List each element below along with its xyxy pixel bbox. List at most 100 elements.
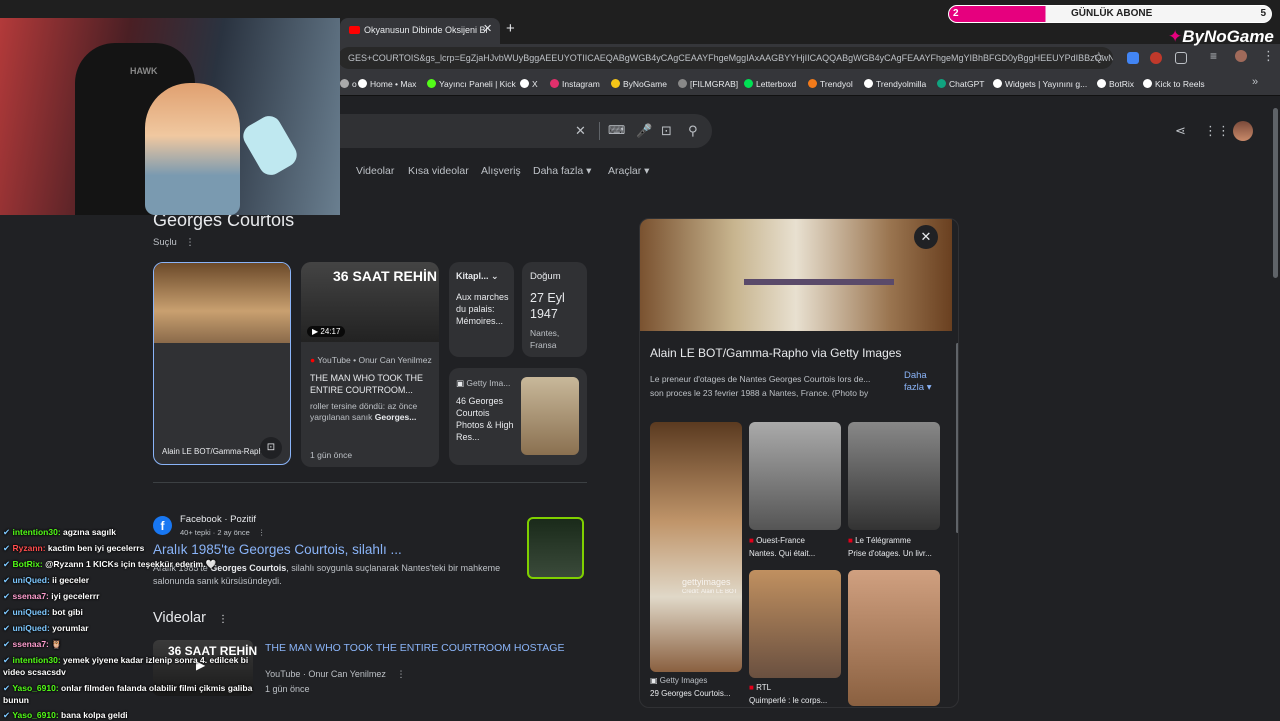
video-card[interactable]: 36 SAAT REHİN ▶ 24:17 ● YouTube • Onur C… (301, 262, 439, 467)
new-tab-icon[interactable]: + (506, 20, 515, 37)
chat-text: bot gibi (49, 607, 83, 617)
bookmark-icon (937, 79, 946, 88)
bookmark-label: o (352, 79, 357, 89)
media-icon[interactable]: ≡ (1210, 49, 1217, 63)
video-snippet: roller tersine döndü: az önce yargılanan… (310, 401, 418, 422)
image-viewer-panel: ✕ Alain LE BOT/Gamma-Rapho via Getty Ima… (639, 218, 959, 708)
subscriber-goal-bar: 2 GÜNLÜK ABONE 5 (948, 5, 1272, 23)
image-card[interactable]: Alain LE BOT/Gamma-Rapho ... ⊡ (153, 262, 291, 465)
image-search-icon[interactable]: ⊡ (260, 437, 282, 459)
video-result-link[interactable]: THE MAN WHO TOOK THE ENTIRE COURTROOM HO… (265, 642, 564, 654)
chat-message: ✔ Ryzann: kactim ben iyi gecelerrs (3, 543, 144, 554)
chat-username: Ryzann: (12, 543, 46, 553)
more-options-icon[interactable]: ⋮ (396, 669, 405, 679)
clear-icon[interactable]: ✕ (575, 123, 586, 139)
star-icon[interactable]: ☆ (1093, 49, 1105, 65)
chat-text: kactim ben iyi gecelerrs (45, 543, 145, 553)
bookmark-item[interactable]: Trendyolmilla (864, 79, 926, 89)
nav-more[interactable]: Daha fazla ▾ (533, 165, 591, 177)
flame-icon: ✦ (1168, 27, 1183, 46)
nav-tools[interactable]: Araçlar ▾ (608, 165, 649, 177)
related-image-3[interactable] (848, 422, 940, 530)
panel-scrollbar[interactable] (956, 343, 958, 533)
bookmark-item[interactable]: Widgets | Yayınını g... (993, 79, 1087, 89)
profile-avatar[interactable] (1235, 50, 1247, 62)
nav-shopping[interactable]: Alışveriş (481, 165, 521, 177)
bookmark-label: ChatGPT (949, 79, 985, 89)
bookmark-item[interactable]: Kick to Reels (1143, 79, 1205, 89)
bookmark-item[interactable]: Trendyol (808, 79, 853, 89)
chat-text: agzına sagılk (60, 527, 116, 537)
bookmark-item[interactable]: X (520, 79, 538, 89)
more-options-icon[interactable]: ⋮ (185, 237, 195, 248)
lens-icon[interactable]: ⊡ (661, 123, 672, 139)
search-icon[interactable]: ⚲ (688, 123, 698, 139)
bookmark-item[interactable]: ByNoGame (611, 79, 667, 89)
bookmark-icon (993, 79, 1002, 88)
chat-username: intention30: (12, 527, 61, 537)
account-avatar[interactable] (1233, 121, 1253, 141)
bookmark-item[interactable]: Instagram (550, 79, 600, 89)
thumb-title-1[interactable]: 29 Georges Courtois... (650, 689, 730, 698)
nav-short-videos[interactable]: Kısa videolar (408, 165, 469, 177)
badge-icon: ✔ (3, 710, 13, 720)
menu-dots-icon[interactable]: ⋮ (1262, 48, 1275, 64)
related-image-1[interactable] (650, 422, 742, 672)
share-icon[interactable]: ⋖ (1175, 123, 1186, 139)
tab-close-icon[interactable]: ✕ (483, 22, 492, 35)
bookmark-icon (340, 79, 349, 88)
tab-active[interactable]: Okyanusun Dibinde Oksijeni Bi (340, 18, 500, 44)
bookmark-item[interactable]: Letterboxd (744, 79, 796, 89)
puzzle-icon[interactable] (1175, 52, 1187, 64)
close-icon[interactable]: ✕ (914, 225, 938, 249)
bookmark-item[interactable]: ChatGPT (937, 79, 984, 89)
bookmark-item[interactable]: o (340, 79, 357, 89)
fb-thumbnail[interactable] (527, 517, 584, 579)
chat-text: ii geceler (49, 575, 90, 585)
thumb-title-2[interactable]: Nantes. Qui était... (749, 549, 815, 558)
bookmark-label: Letterboxd (756, 79, 797, 89)
thumb-title-3[interactable]: Prise d'otages. Un livr... (848, 549, 932, 558)
getty-card[interactable]: ▣ Getty Ima... 46 Georges Courtois Photo… (449, 368, 587, 465)
thumb-title-4[interactable]: Quimperlé : le corps... (749, 696, 827, 705)
bookmark-item[interactable]: [FILMGRAB] (678, 79, 738, 89)
page-scrollbar[interactable] (1270, 98, 1280, 720)
fb-site: Facebook · Pozitif (180, 514, 257, 525)
keyboard-icon[interactable]: ⌨ (608, 123, 625, 137)
books-card[interactable]: Kitapl... ⌄ Aux marches du palais: Mémoi… (449, 262, 514, 357)
extension-icon[interactable] (1150, 52, 1162, 64)
bookmarks-overflow-icon[interactable]: » (1252, 76, 1258, 88)
video-source: ● YouTube • Onur Can Yenilmez (310, 355, 432, 365)
bookmark-item[interactable]: Yayıncı Paneli | Kick (427, 79, 516, 89)
bookmark-item[interactable]: BotRix (1097, 79, 1134, 89)
telegramme-icon: ■ (848, 536, 853, 545)
scrollbar-thumb[interactable] (1273, 108, 1278, 278)
more-options-icon[interactable]: ⋮ (218, 614, 228, 625)
chat-username: intention30: (12, 655, 61, 665)
youtube-icon (349, 26, 360, 34)
related-image-4[interactable] (749, 570, 841, 678)
more-link[interactable]: Daha fazla ▾ (904, 370, 948, 394)
video-title[interactable]: THE MAN WHO TOOK THE ENTIRE COURTROOM... (310, 372, 432, 396)
microphone-icon[interactable]: 🎤 (636, 123, 652, 139)
url-field[interactable]: GES+COURTOIS&gs_lcrp=EgZjaHJvbWUyBggAEEU… (338, 47, 1113, 69)
bookmark-item[interactable]: Home • Max (358, 79, 416, 89)
bookmark-icon (864, 79, 873, 88)
nav-videos[interactable]: Videolar (356, 165, 394, 177)
main-image[interactable] (640, 219, 952, 331)
more-options-icon[interactable]: ⋮ (258, 528, 266, 537)
bookmark-icon (611, 79, 620, 88)
fb-result-link[interactable]: Aralık 1985'te Georges Courtois, silahlı… (153, 542, 402, 557)
search-input[interactable] (340, 114, 712, 148)
chat-text: yemek yiyene kadar izlenip sonra 4. edil… (60, 655, 249, 665)
apps-grid-icon[interactable]: ⋮⋮ (1204, 123, 1230, 139)
bookmark-label: BotRix (1109, 79, 1135, 89)
related-image-2[interactable] (749, 422, 841, 530)
bookmark-icon (744, 79, 753, 88)
related-image-5[interactable] (848, 570, 940, 706)
birth-card[interactable]: Doğum 27 Eyl 1947 Nantes, Fransa (522, 262, 587, 357)
translate-icon[interactable] (1127, 52, 1139, 64)
microphone (238, 111, 302, 180)
sweater-stripe (744, 279, 894, 285)
chat-message: ✔ intention30: agzına sagılk (3, 527, 116, 538)
